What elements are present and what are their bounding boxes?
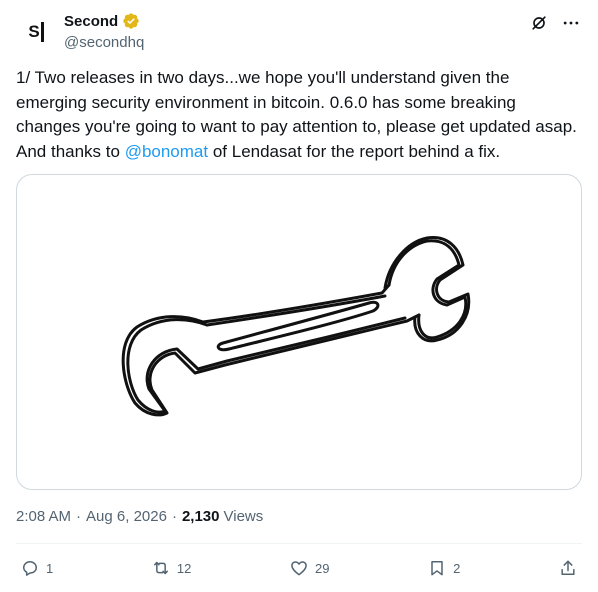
- reply-icon: [23, 561, 37, 576]
- action-bar: 1 12 29 2: [20, 556, 578, 580]
- like-button[interactable]: 29: [289, 558, 329, 578]
- wrench-illustration: [121, 236, 471, 417]
- divider: [16, 543, 582, 544]
- views-label: Views: [223, 508, 264, 525]
- tweet-meta: 2:08 AM · Aug 6, 2026 · 2,130 Views: [16, 508, 263, 525]
- bookmark-button[interactable]: 2: [427, 558, 460, 578]
- share-button[interactable]: [558, 558, 578, 578]
- display-name[interactable]: Second: [64, 13, 118, 30]
- bookmark-icon: [431, 561, 443, 576]
- tweet-date[interactable]: Aug 6, 2026: [86, 508, 167, 525]
- avatar-logo-bar: [40, 22, 44, 42]
- share-icon: [561, 560, 575, 575]
- mention-link[interactable]: @bonomat: [125, 142, 208, 161]
- author-name-row: Second: [64, 12, 140, 30]
- verified-badge-icon: [123, 13, 139, 29]
- repost-count: 12: [176, 560, 192, 576]
- avatar[interactable]: S: [16, 12, 56, 52]
- like-icon: [291, 561, 307, 576]
- more-icon[interactable]: [560, 12, 582, 34]
- top-icons: [528, 12, 582, 34]
- reply-button[interactable]: 1: [20, 558, 53, 578]
- reply-count: 1: [46, 560, 54, 576]
- views-count: 2,130: [181, 508, 220, 525]
- media-image[interactable]: [16, 174, 582, 490]
- meta-separator: ·: [171, 508, 177, 525]
- tweet-text: 1/ Two releases in two days...we hope yo…: [16, 66, 582, 164]
- meta-separator: ·: [76, 508, 82, 525]
- bookmark-count: 2: [453, 560, 461, 576]
- repost-icon: [153, 561, 168, 575]
- tweet-time[interactable]: 2:08 AM: [16, 508, 71, 525]
- tweet-text-after: of Lendasat for the report behind a fix.: [208, 141, 501, 161]
- like-count: 29: [314, 560, 330, 576]
- handle[interactable]: @secondhq: [64, 34, 144, 51]
- repost-button[interactable]: 12: [151, 558, 191, 578]
- avatar-logo-text: S: [28, 22, 39, 41]
- grok-icon[interactable]: [528, 12, 550, 34]
